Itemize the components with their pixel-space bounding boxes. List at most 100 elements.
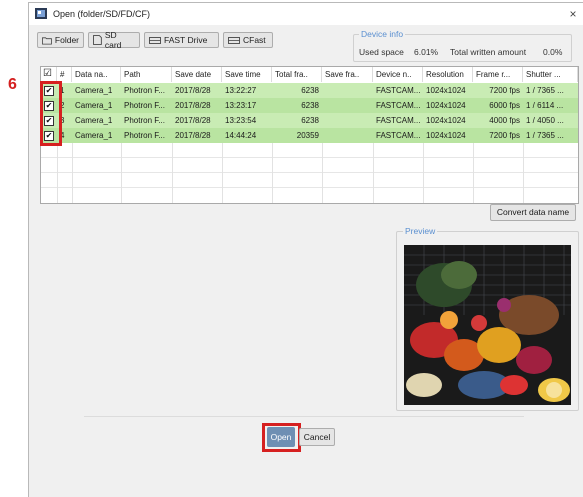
column-header-device-name[interactable]: Device n.. bbox=[373, 67, 423, 82]
preview-group: Preview bbox=[396, 226, 579, 411]
cell-total-frames: 20359 bbox=[296, 131, 319, 140]
open-dialog: Open (folder/SD/FD/CF) × Folder SD card … bbox=[28, 2, 583, 497]
grid-divider bbox=[72, 143, 73, 203]
device-info-group: Device info Used space 6.01% Total writt… bbox=[353, 29, 572, 62]
step-6-callout: 6 bbox=[8, 76, 17, 93]
cell-save-time: 13:23:17 bbox=[225, 101, 257, 110]
cell-save-frames bbox=[322, 83, 373, 98]
cfast-button[interactable]: CFast bbox=[223, 32, 273, 48]
table-row[interactable]: ✔ 1 Camera_1 Photron F... 2017/8/28 13:2… bbox=[41, 83, 578, 98]
used-space-label: Used space bbox=[359, 47, 404, 57]
cell-resolution: 1024x1024 bbox=[426, 131, 466, 140]
cell-shutter: 1 / 6114 ... bbox=[526, 101, 564, 110]
checkbox-highlight bbox=[40, 81, 62, 146]
cell-save-frames bbox=[322, 113, 373, 128]
column-header-path[interactable]: Path bbox=[121, 67, 172, 82]
cell-save-time: 13:22:27 bbox=[225, 86, 257, 95]
grid-divider bbox=[272, 143, 273, 203]
column-header-data-name[interactable]: Data na.. bbox=[72, 67, 121, 82]
table-row[interactable]: ✔ 4 Camera_1 Photron F... 2017/8/28 14:4… bbox=[41, 128, 578, 143]
drive-icon bbox=[228, 37, 240, 44]
folder-button[interactable]: Folder bbox=[37, 32, 84, 48]
cell-total-frames: 6238 bbox=[301, 116, 319, 125]
grid-divider bbox=[373, 143, 374, 203]
grid-divider bbox=[57, 143, 58, 203]
column-header-save-time[interactable]: Save time bbox=[222, 67, 272, 82]
cell-data-name: Camera_1 bbox=[75, 116, 113, 125]
column-header-frame-rate[interactable]: Frame r... bbox=[473, 67, 523, 82]
cell-frame-rate: 7200 fps bbox=[489, 131, 520, 140]
folder-icon bbox=[42, 36, 52, 45]
cell-save-time: 13:23:54 bbox=[225, 116, 257, 125]
footer-divider bbox=[84, 416, 524, 417]
cell-device-name: FASTCAM... bbox=[376, 101, 421, 110]
cell-frame-rate: 4000 fps bbox=[489, 116, 520, 125]
column-header-number[interactable]: # bbox=[57, 67, 72, 82]
grid-divider bbox=[322, 143, 323, 203]
preview-legend: Preview bbox=[403, 226, 438, 236]
total-written-value: 0.0% bbox=[543, 47, 563, 57]
cell-save-date: 2017/8/28 bbox=[175, 86, 211, 95]
cell-path: Photron F... bbox=[124, 101, 165, 110]
app-icon bbox=[35, 8, 47, 19]
close-icon: × bbox=[569, 7, 577, 21]
fast-drive-button-label: FAST Drive bbox=[164, 35, 208, 45]
cell-resolution: 1024x1024 bbox=[426, 116, 466, 125]
cancel-button[interactable]: Cancel bbox=[299, 428, 335, 446]
data-table: ☑ # Data na.. Path Save date Save time T… bbox=[40, 66, 579, 204]
grid-divider bbox=[222, 143, 223, 203]
table-row[interactable]: ✔ 3 Camera_1 Photron F... 2017/8/28 13:2… bbox=[41, 113, 578, 128]
column-header-save-date[interactable]: Save date bbox=[172, 67, 222, 82]
column-header-resolution[interactable]: Resolution bbox=[423, 67, 473, 82]
cell-path: Photron F... bbox=[124, 116, 165, 125]
cell-save-time: 14:44:24 bbox=[225, 131, 257, 140]
preview-image bbox=[404, 245, 571, 405]
cell-save-date: 2017/8/28 bbox=[175, 116, 211, 125]
column-header-shutter[interactable]: Shutter ... bbox=[523, 67, 578, 82]
folder-button-label: Folder bbox=[54, 35, 79, 45]
cell-device-name: FASTCAM... bbox=[376, 116, 421, 125]
cell-total-frames: 6238 bbox=[301, 86, 319, 95]
cell-data-name: Camera_1 bbox=[75, 101, 113, 110]
grid-divider bbox=[473, 143, 474, 203]
table-row[interactable]: ✔ 2 Camera_1 Photron F... 2017/8/28 13:2… bbox=[41, 98, 578, 113]
title-bar: Open (folder/SD/FD/CF) × bbox=[29, 3, 583, 25]
cell-save-frames bbox=[322, 128, 373, 143]
preview-thumbnail bbox=[404, 245, 571, 405]
grid-divider bbox=[423, 143, 424, 203]
cell-device-name: FASTCAM... bbox=[376, 131, 421, 140]
device-info-legend: Device info bbox=[359, 29, 406, 39]
cell-device-name: FASTCAM... bbox=[376, 86, 421, 95]
open-button-highlight bbox=[262, 423, 301, 452]
grid-divider bbox=[121, 143, 122, 203]
cell-save-frames bbox=[322, 98, 373, 113]
drive-icon bbox=[149, 37, 161, 44]
grid-divider bbox=[172, 143, 173, 203]
cell-save-date: 2017/8/28 bbox=[175, 101, 211, 110]
sd-card-button[interactable]: SD card bbox=[88, 30, 140, 50]
sd-card-icon bbox=[93, 35, 102, 45]
used-space-value: 6.01% bbox=[414, 47, 439, 57]
close-button[interactable]: × bbox=[564, 5, 582, 23]
grid-divider bbox=[523, 143, 524, 203]
cell-path: Photron F... bbox=[124, 86, 165, 95]
cell-data-name: Camera_1 bbox=[75, 131, 113, 140]
table-header: ☑ # Data na.. Path Save date Save time T… bbox=[41, 67, 578, 82]
sd-card-button-label: SD card bbox=[104, 30, 122, 50]
cell-shutter: 1 / 4050 ... bbox=[526, 116, 564, 125]
checkbox-checked-icon: ☑ bbox=[43, 68, 52, 79]
total-written-label: Total written amount bbox=[450, 47, 527, 57]
column-header-total-frames[interactable]: Total fra.. bbox=[272, 67, 322, 82]
fast-drive-button[interactable]: FAST Drive bbox=[144, 32, 219, 48]
cell-path: Photron F... bbox=[124, 131, 165, 140]
cell-total-frames: 6238 bbox=[301, 101, 319, 110]
header-select-all[interactable]: ☑ bbox=[41, 67, 57, 82]
cell-shutter: 1 / 7365 ... bbox=[526, 131, 564, 140]
column-header-save-frames[interactable]: Save fra.. bbox=[322, 67, 373, 82]
cfast-button-label: CFast bbox=[243, 35, 266, 45]
cell-data-name: Camera_1 bbox=[75, 86, 113, 95]
convert-data-name-button[interactable]: Convert data name bbox=[490, 204, 576, 221]
cell-resolution: 1024x1024 bbox=[426, 86, 466, 95]
cell-resolution: 1024x1024 bbox=[426, 101, 466, 110]
cell-frame-rate: 7200 fps bbox=[489, 86, 520, 95]
